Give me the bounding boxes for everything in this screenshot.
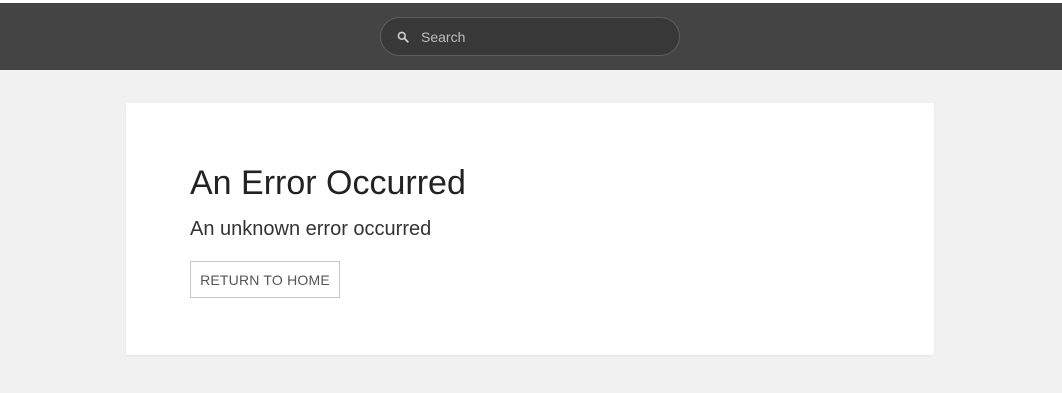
return-to-home-button[interactable]: RETURN TO HOME [190, 261, 340, 298]
error-title: An Error Occurred [190, 164, 466, 202]
search-icon [397, 31, 409, 43]
top-bar [0, 0, 1062, 70]
search-box[interactable] [380, 17, 680, 56]
search-input[interactable] [421, 21, 661, 52]
error-message: An unknown error occurred [190, 218, 432, 240]
error-card: An Error Occurred An unknown error occur… [126, 103, 934, 355]
